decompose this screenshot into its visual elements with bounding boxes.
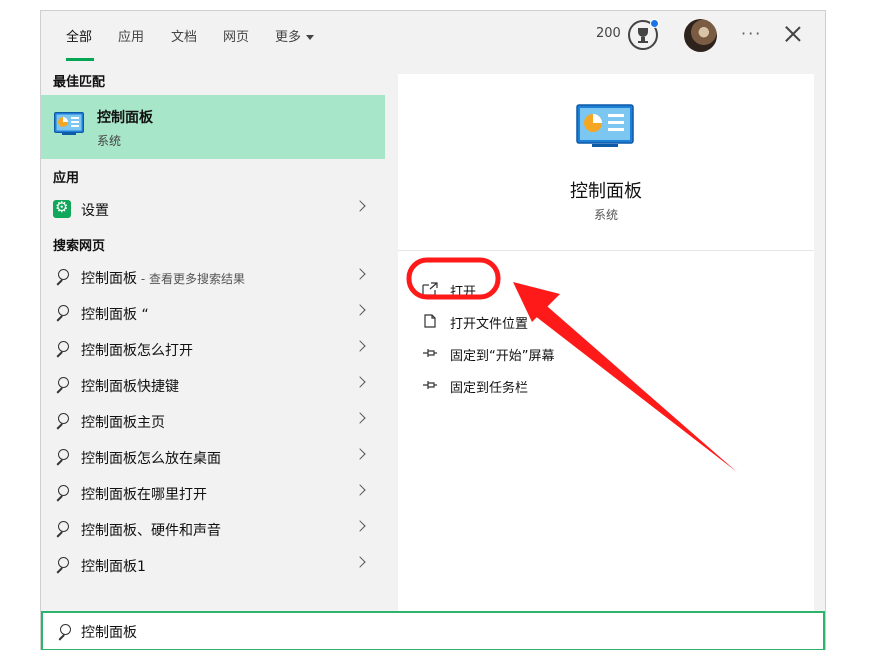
search-bar [41,611,825,650]
web-result-label: 控制面板快捷键 [81,379,179,395]
open-icon [422,282,438,296]
tab-all[interactable]: 全部 [66,26,94,61]
caret-down-icon [306,35,315,40]
web-result-label: 控制面板1 [81,559,146,575]
chevron-right-icon[interactable] [354,484,366,496]
user-avatar[interactable] [684,19,717,52]
tab-documents[interactable]: 文档 [171,26,197,61]
best-match-title: 控制面板 [97,110,153,126]
chevron-right-icon[interactable] [354,268,366,280]
web-result-item[interactable]: 控制面板 - 查看更多搜索结果 [41,259,385,295]
pin-icon [423,349,437,357]
web-result-label: 控制面板 “ [81,307,149,323]
notification-dot [650,19,659,28]
app-item-settings[interactable]: 设置 [41,191,385,227]
search-icon [55,623,73,641]
tab-more-label: 更多 [275,30,302,45]
section-web-search: 搜索网页 [53,239,106,254]
web-result-label: 控制面板怎么放在桌面 [81,451,221,467]
chevron-right-icon[interactable] [354,304,366,316]
tab-web[interactable]: 网页 [223,26,249,61]
action-pin-to-taskbar-label: 固定到任务栏 [450,381,529,396]
chevron-right-icon[interactable] [354,556,366,568]
chevron-right-icon[interactable] [354,200,366,212]
tab-apps[interactable]: 应用 [118,26,144,61]
web-result-item[interactable]: 控制面板主页 [41,403,385,439]
points-count: 200 [596,26,621,41]
divider [398,250,814,251]
web-result-label: 控制面板在哪里打开 [81,487,207,503]
active-tab-indicator [66,58,94,61]
tab-apps-label: 应用 [118,30,145,45]
web-result-item[interactable]: 控制面板、硬件和声音 [41,511,385,547]
preview-title: 控制面板 [570,181,642,202]
search-window: 全部 应用 文档 网页 更多 200 ··· 最佳匹配 控制面板 系统 应用 ⚙… [40,10,826,650]
best-match-item[interactable]: 控制面板 系统 [41,95,385,159]
search-icon [53,376,71,394]
web-result-label: 控制面板、硬件和声音 [81,523,221,539]
section-apps: 应用 [53,171,80,186]
close-icon[interactable] [785,26,801,42]
web-result-suffix: - 查看更多搜索结果 [137,272,245,286]
tab-more[interactable]: 更多 [275,26,315,61]
control-panel-icon [54,112,84,135]
trophy-icon[interactable] [628,19,659,50]
chevron-right-icon[interactable] [354,376,366,388]
search-icon [53,556,71,574]
more-options-icon[interactable]: ··· [741,24,762,43]
search-icon [53,412,71,430]
web-result-item[interactable]: 控制面板 “ [41,295,385,331]
tab-all-label: 全部 [66,30,93,45]
section-best-match: 最佳匹配 [53,75,106,90]
search-input[interactable] [81,620,681,644]
chevron-right-icon[interactable] [354,448,366,460]
file-location-icon [424,314,436,328]
trophy-base [638,41,648,43]
search-icon [53,448,71,466]
action-pin-to-start-label: 固定到“开始”屏幕 [450,349,555,364]
search-icon [53,484,71,502]
search-icon [53,268,71,286]
pin-icon [423,381,437,389]
web-result-item[interactable]: 控制面板1 [41,547,385,583]
best-match-subtitle: 系统 [97,134,122,148]
settings-gear-icon [53,198,71,218]
tab-documents-label: 文档 [171,30,198,45]
web-result-label: 控制面板怎么打开 [81,343,193,359]
chevron-right-icon[interactable] [354,412,366,424]
search-icon [53,304,71,322]
action-open-label: 打开 [450,285,477,300]
action-open-file-location-label: 打开文件位置 [450,317,529,332]
web-result-label: 控制面板主页 [81,415,165,431]
web-result-item[interactable]: 控制面板快捷键 [41,367,385,403]
tab-web-label: 网页 [223,30,250,45]
chevron-right-icon[interactable] [354,340,366,352]
chevron-right-icon[interactable] [354,520,366,532]
trophy-cup [638,28,648,37]
web-result-item[interactable]: 控制面板在哪里打开 [41,475,385,511]
web-result-item[interactable]: 控制面板怎么打开 [41,331,385,367]
web-result-item[interactable]: 控制面板怎么放在桌面 [41,439,385,475]
search-icon [53,340,71,358]
preview-pane: 控制面板 系统 打开 打开文件位置 固定到“开始”屏幕 固定到任务栏 [398,74,814,611]
app-item-label: 设置 [81,203,109,219]
results-pane: 最佳匹配 控制面板 系统 应用 设置 搜索网页 控制面板 - 查 [41,63,386,611]
web-result-text: 控制面板 - 查看更多搜索结果 [81,268,245,288]
top-bar: 全部 应用 文档 网页 更多 200 ··· [41,11,825,61]
control-panel-icon [576,104,634,147]
preview-subtitle: 系统 [593,208,618,222]
web-result-label: 控制面板 [81,271,137,287]
search-icon [53,520,71,538]
